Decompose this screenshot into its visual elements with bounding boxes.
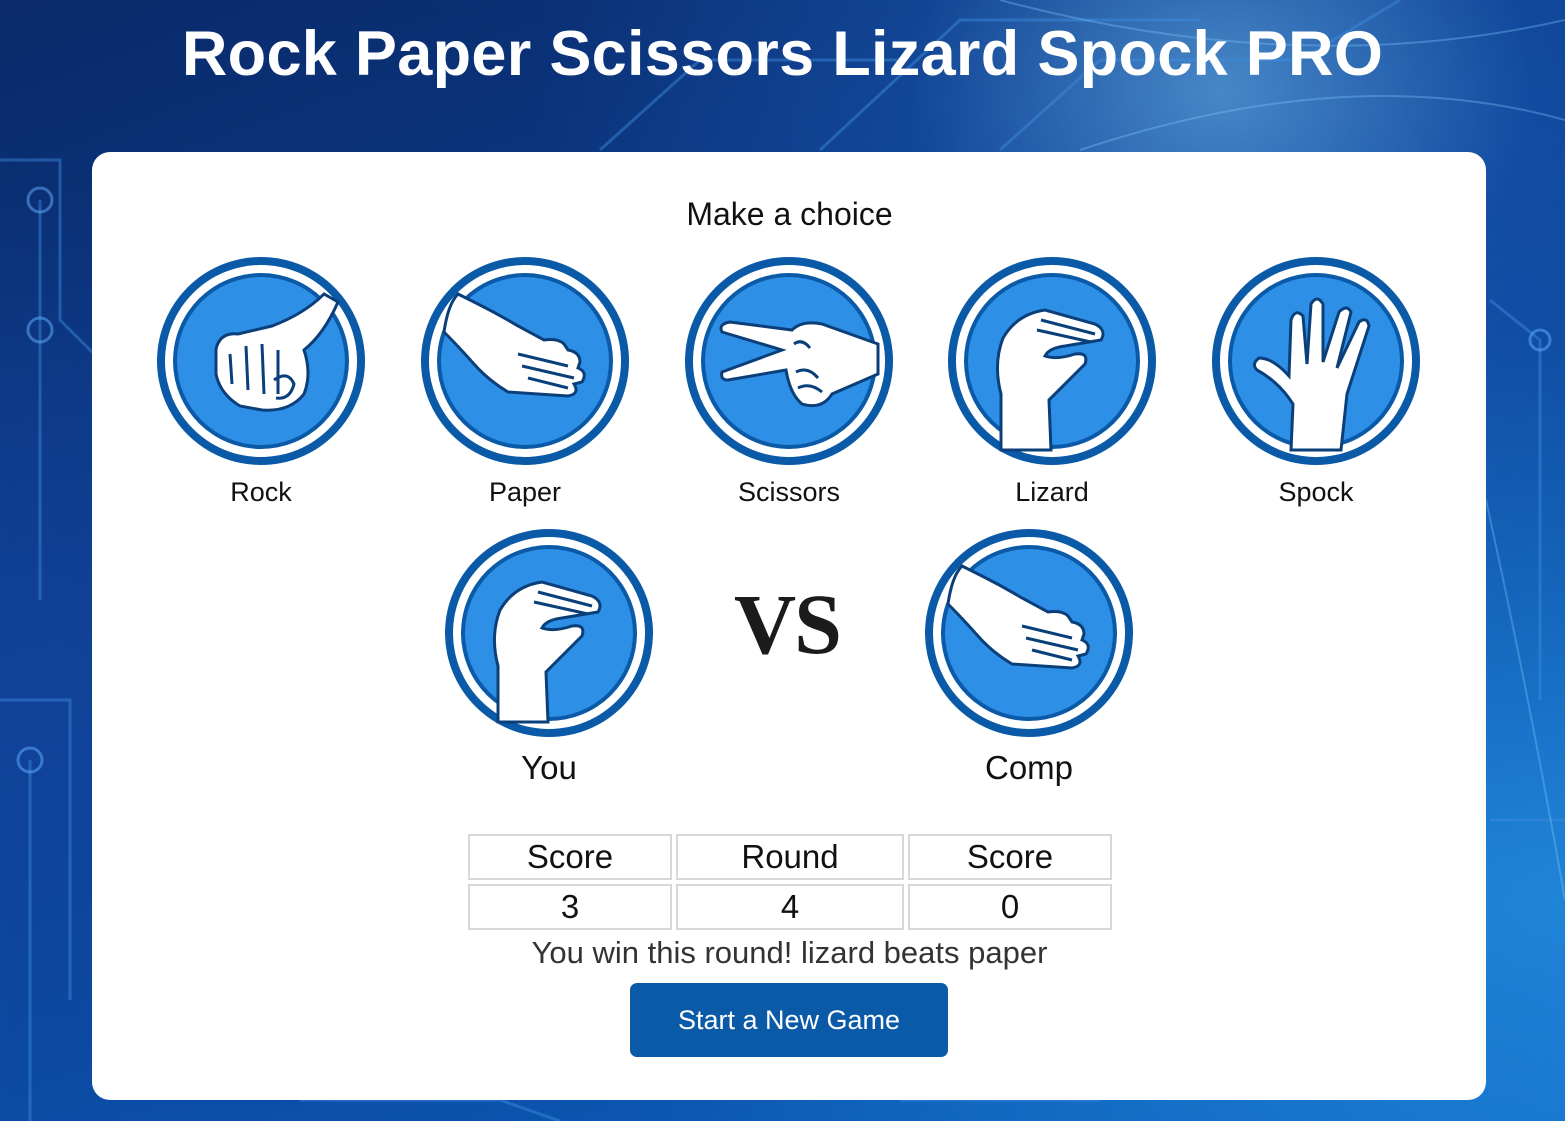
choice-paper[interactable]: Paper xyxy=(415,254,635,508)
scissors-hand-icon xyxy=(685,257,893,465)
round-value: 4 xyxy=(676,884,904,930)
computer-label: Comp xyxy=(984,749,1074,786)
choice-label: Paper xyxy=(488,477,562,507)
round-header: Round xyxy=(676,834,904,880)
choice-rock[interactable]: Rock xyxy=(151,254,371,508)
new-game-button[interactable]: Start a New Game xyxy=(630,983,948,1057)
choice-label: Lizard xyxy=(1015,477,1089,507)
player-label: You xyxy=(521,749,577,786)
computer-pick: Comp xyxy=(919,526,1139,788)
choice-label: Scissors xyxy=(737,477,840,507)
paper-hand-icon xyxy=(421,257,629,465)
scoreboard-header-row: Score Round Score xyxy=(468,834,1112,880)
player-pick: You xyxy=(439,526,659,788)
player-score-value: 3 xyxy=(468,884,672,930)
vs-label: VS xyxy=(734,576,842,672)
choice-spock[interactable]: Spock xyxy=(1206,254,1426,508)
lizard-hand-icon xyxy=(445,529,653,737)
choice-prompt: Make a choice xyxy=(686,196,893,232)
spock-hand-icon xyxy=(1212,257,1420,465)
player-score-header: Score xyxy=(468,834,672,880)
scoreboard: Score Round Score 3 4 0 xyxy=(464,830,1116,934)
page-title: Rock Paper Scissors Lizard Spock PRO xyxy=(181,19,1384,89)
choice-lizard[interactable]: Lizard xyxy=(942,254,1162,508)
computer-score-header: Score xyxy=(908,834,1112,880)
choice-label: Spock xyxy=(1278,477,1354,507)
paper-hand-icon xyxy=(925,529,1133,737)
choice-scissors[interactable]: Scissors xyxy=(679,254,899,508)
rock-hand-icon xyxy=(157,257,365,465)
lizard-hand-icon xyxy=(948,257,1156,465)
scoreboard-value-row: 3 4 0 xyxy=(468,884,1112,930)
choice-label: Rock xyxy=(230,477,292,507)
round-result-message: You win this round! lizard beats paper xyxy=(531,935,1048,970)
computer-score-value: 0 xyxy=(908,884,1112,930)
